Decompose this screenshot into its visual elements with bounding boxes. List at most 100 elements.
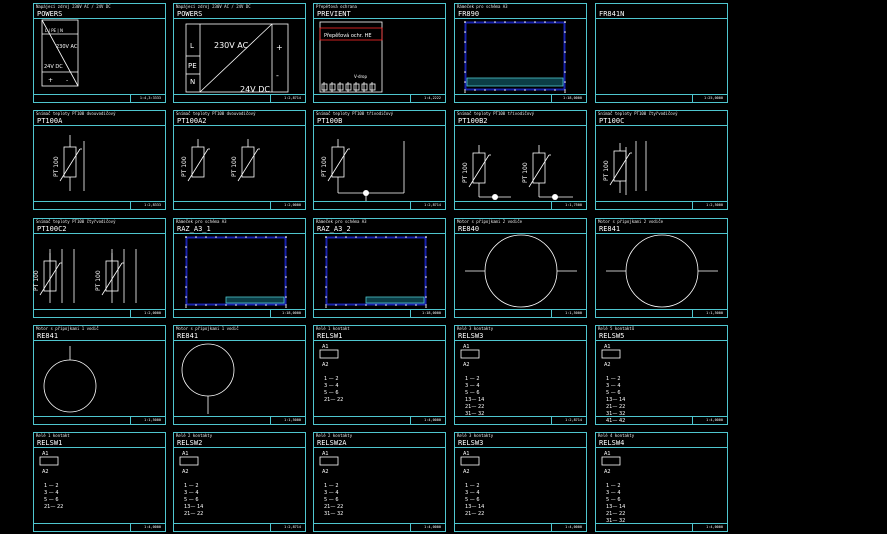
resistor-diagonal bbox=[187, 148, 209, 182]
block-tile-re840[interactable]: Motor s přípojkami 2 vodiče RE840 1:1,5000 bbox=[454, 218, 587, 318]
relay-contact-label: 31— 32 bbox=[324, 511, 343, 517]
frame-tick bbox=[494, 21, 496, 23]
frame-tick bbox=[564, 89, 566, 91]
relay-a2-label: A2 bbox=[604, 469, 611, 475]
block-tile-pt100c2[interactable]: Snímač teploty PT100 čtyřvodičový PT100C2… bbox=[33, 218, 166, 318]
relay-contact-label: 21— 22 bbox=[465, 511, 484, 517]
block-symbol-pt-three-double: PT 100 PT 100 bbox=[462, 145, 573, 200]
block-tile-relsw1[interactable]: Relé 1 kontakt RELSW1 1:4,0000 A1 A2 1 — 23 —… bbox=[33, 432, 166, 532]
relay-contact-label: 13— 14 bbox=[606, 504, 625, 510]
pt100-label: PT 100 bbox=[95, 270, 102, 291]
frame-tick bbox=[425, 276, 427, 278]
block-symbol-motor-top bbox=[43, 346, 97, 413]
pt100-label: PT 100 bbox=[462, 162, 469, 183]
frame-tick bbox=[405, 304, 407, 306]
terminal-box bbox=[321, 83, 328, 91]
relay-contact-label: 3 — 4 bbox=[465, 383, 480, 389]
relay-coil bbox=[319, 349, 339, 359]
relay-contact-label: 13— 14 bbox=[465, 397, 484, 403]
frame-tick bbox=[275, 304, 277, 306]
block-symbol-pt-double: PT 100 PT 100 bbox=[181, 139, 260, 182]
relay-a2-label: A2 bbox=[322, 362, 329, 368]
psu-N: N bbox=[190, 78, 195, 86]
block-tile-relsw2a[interactable]: Relé 2 kontakty RELSW2A 1:4,0000 A1 A2 1 — 23… bbox=[313, 432, 446, 532]
block-tile-re841[interactable]: Motor s přípojkami 1 vodič RE841 1:1,5000 bbox=[33, 325, 166, 425]
resistor-diagonal bbox=[609, 152, 631, 186]
relay-contact-label: 31— 32 bbox=[465, 411, 484, 417]
block-tile-re841[interactable]: Motor s přípojkami 2 vodiče RE841 1:1,5000 bbox=[595, 218, 728, 318]
block-tile-pt100b2[interactable]: Snímač teploty PT100 třívodičový PT100B2 1… bbox=[454, 110, 587, 210]
frame-tick bbox=[185, 304, 187, 306]
block-tile-relsw5[interactable]: Relé 5 kontaktů RELSW5 1:4,0000 A1 A2 1 — 23 … bbox=[595, 325, 728, 425]
frame-tick bbox=[185, 246, 187, 248]
terminal-box bbox=[337, 83, 344, 91]
block-tile-fr890[interactable]: Rámeček pro schéma A3 FR890 1:18,0000 bbox=[454, 3, 587, 103]
psu-dc-label: 24V DC bbox=[44, 64, 63, 70]
frame-tick bbox=[215, 304, 217, 306]
relay-contact-label: 1 — 2 bbox=[184, 483, 199, 489]
frame-tick bbox=[464, 89, 466, 91]
block-symbol-motor-h bbox=[606, 234, 718, 308]
frame-tick bbox=[494, 89, 496, 91]
frame-tick bbox=[544, 89, 546, 91]
resistor-body bbox=[241, 146, 255, 178]
resistor-body bbox=[331, 146, 345, 178]
relay-a2-label: A2 bbox=[42, 469, 49, 475]
block-tile-relsw2[interactable]: Relé 2 kontakty RELSW2 1:2,8714 A1 A2 1 — 23 … bbox=[173, 432, 306, 532]
relay-contact-label: 13— 14 bbox=[606, 397, 625, 403]
block-tile-previent[interactable]: Přepěťová ochrana PREVIENT 1:4,2222 Přepěťo… bbox=[313, 3, 446, 103]
block-tile-re841[interactable]: Motor s přípojkami 1 vodič RE841 1:1,5000 bbox=[173, 325, 306, 425]
resistor-diagonal bbox=[237, 148, 259, 182]
relay-contact-label: 21— 22 bbox=[606, 511, 625, 517]
frame-tick bbox=[425, 296, 427, 298]
block-tile-fr841n[interactable]: FR841N 1:25,0000 bbox=[595, 3, 728, 103]
block-tile-relsw4[interactable]: Relé 4 kontakty RELSW4 1:4,0000 A1 A2 1 — 23 … bbox=[595, 432, 728, 532]
frame-tick bbox=[195, 304, 197, 306]
frame-tick bbox=[514, 21, 516, 23]
frame-tick bbox=[464, 61, 466, 63]
relay-coil bbox=[601, 456, 621, 466]
psu-plus: + bbox=[48, 77, 53, 84]
frame-tick bbox=[385, 304, 387, 306]
block-tile-relsw3[interactable]: Relé 3 kontakty RELSW3 1:2,8714 A1 A2 1 — 23 … bbox=[454, 325, 587, 425]
frame-tick bbox=[365, 304, 367, 306]
frame-tick bbox=[285, 306, 287, 308]
frame-tick bbox=[534, 89, 536, 91]
block-tile-pt100b[interactable]: Snímač teploty PT100 třívodičový PT100B 1:… bbox=[313, 110, 446, 210]
frame-tick bbox=[464, 51, 466, 53]
relay-contact-label: 13— 14 bbox=[184, 504, 203, 510]
terminal-box bbox=[353, 83, 360, 91]
block-tile-raz_a3_1[interactable]: Rámeček pro schéma A3 RAZ_A3_1 1:18,0000 bbox=[173, 218, 306, 318]
relay-coil bbox=[601, 349, 621, 359]
relay-a1-label: A1 bbox=[322, 344, 329, 350]
relay-contact-label: 3 — 4 bbox=[606, 383, 621, 389]
motor-circle bbox=[43, 359, 97, 413]
pt100-label: PT 100 bbox=[53, 156, 60, 177]
frame-tick bbox=[325, 256, 327, 258]
frame-tick bbox=[325, 236, 327, 238]
block-tile-pt100a2[interactable]: Snímač teploty PT100 dvouvodičový PT100A2… bbox=[173, 110, 306, 210]
block-tile-relsw1[interactable]: Relé 1 kontakt RELSW1 1:4,0000 A1 A2 1 — 23 —… bbox=[313, 325, 446, 425]
relay-a1-label: A1 bbox=[182, 451, 189, 457]
block-symbol-pt-four: PT 100 bbox=[603, 141, 647, 195]
block-symbol-relay: A1 A2 1 — 23 — 45 — 621— 2231— 32 bbox=[319, 451, 343, 517]
block-tile-pt100a[interactable]: Snímač teploty PT100 dvouvodičový PT100A 1… bbox=[33, 110, 166, 210]
frame-tick bbox=[564, 81, 566, 83]
block-tile-raz_a3_2[interactable]: Rámeček pro schéma A3 RAZ_A3_2 1:18,0000 bbox=[313, 218, 446, 318]
block-tile-powers[interactable]: Napájecí zdroj 230V AC / 24V DC POWERS 1:2… bbox=[173, 3, 306, 103]
frame-tick bbox=[564, 21, 566, 23]
junction-dot bbox=[492, 194, 498, 200]
block-tile-relsw3[interactable]: Relé 3 kontakty RELSW3 1:4,0000 A1 A2 1 — 23 … bbox=[454, 432, 587, 532]
block-symbol-frame-b bbox=[185, 236, 287, 308]
block-symbol-relay: A1 A2 1 — 23 — 45 — 613— 1421— 22 bbox=[460, 451, 484, 517]
relay-contact-label: 21— 22 bbox=[324, 397, 343, 403]
frame-tick bbox=[225, 304, 227, 306]
frame-tick bbox=[375, 304, 377, 306]
psu-L: L bbox=[190, 42, 194, 50]
block-tile-pt100c[interactable]: Snímač teploty PT100 čtyřvodičový PT100C 1… bbox=[595, 110, 728, 210]
motor-circle bbox=[625, 234, 699, 308]
block-tile-powers[interactable]: Napájecí zdroj 230V AC / 24V DC POWERS 1:4… bbox=[33, 3, 166, 103]
frame-tick bbox=[215, 236, 217, 238]
frame-tick bbox=[484, 21, 486, 23]
frame-tick bbox=[225, 236, 227, 238]
